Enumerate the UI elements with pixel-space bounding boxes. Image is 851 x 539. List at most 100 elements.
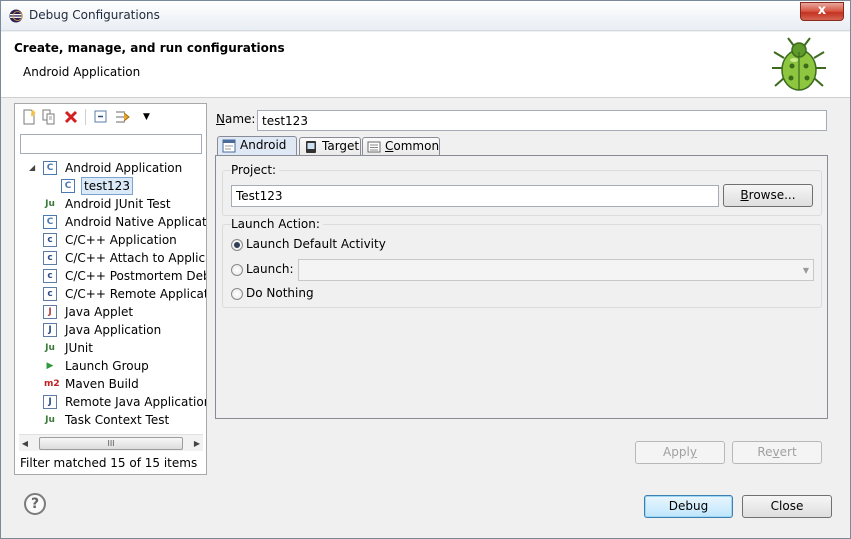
tree-item-label: Android Native Applicatio: [65, 215, 206, 229]
launch-default-activity-label: Launch Default Activity: [246, 237, 386, 251]
tree-item-android-native-applicatio[interactable]: C Android Native Applicatio: [43, 213, 206, 231]
launch-action-label: Launch Action:: [231, 217, 323, 231]
filter-status-text: Filter matched 15 of 15 items: [20, 456, 198, 470]
window-title: Debug Configurations: [29, 8, 160, 22]
tree-item-junit[interactable]: Ju JUnit: [43, 339, 206, 357]
project-input[interactable]: [231, 185, 719, 207]
android-app-icon: C: [43, 161, 57, 175]
filter-icon[interactable]: [115, 109, 131, 125]
delete-icon[interactable]: [63, 109, 79, 125]
apply-button[interactable]: Apply: [635, 441, 725, 464]
tree-item-label: Java Applet: [65, 305, 134, 319]
duplicate-icon[interactable]: [41, 109, 57, 125]
configuration-tree-panel: ▼ ◢ C Android Application Ctest123 Ju Android…: [14, 103, 207, 475]
tree-item-label: C/C++ Attach to Applicati: [65, 251, 206, 265]
tree-item-label: Maven Build: [65, 377, 139, 391]
java-applet-icon: J: [43, 305, 57, 319]
tab-content-panel: Project: Browse... Launch Action: Launch…: [215, 155, 828, 419]
do-nothing-label: Do Nothing: [246, 286, 314, 300]
scroll-right-icon[interactable]: ▶: [191, 437, 203, 450]
name-label: Name:: [216, 112, 256, 126]
scrollbar-thumb[interactable]: III: [39, 437, 183, 450]
task-context-icon: Ju: [45, 415, 55, 425]
tree-item-label: test123: [81, 177, 133, 195]
tab-android[interactable]: Android: [217, 136, 297, 156]
tree-horizontal-scrollbar[interactable]: ◀ III ▶: [19, 434, 203, 451]
new-configuration-icon[interactable]: [21, 109, 37, 125]
launch-action-group: Launch Action: Launch Default Activity L…: [222, 217, 822, 308]
tree-item-c-c-application[interactable]: c C/C++ Application: [43, 231, 206, 249]
tree-item-launch-group[interactable]: ▶ Launch Group: [43, 357, 206, 375]
cpp-icon: c: [43, 287, 57, 301]
cpp-icon: c: [43, 251, 57, 265]
junit-icon: Ju: [45, 343, 55, 353]
help-icon[interactable]: ?: [24, 493, 46, 515]
junit-icon: Ju: [45, 199, 55, 209]
tree-item-java-applet[interactable]: J Java Applet: [43, 303, 206, 321]
cpp-icon: c: [43, 269, 57, 283]
toolbar-divider: [85, 109, 86, 125]
tree-item-c-c-attach-to-applicati[interactable]: c C/C++ Attach to Applicati: [43, 249, 206, 267]
tree-item-label: C/C++ Postmortem Debu: [65, 269, 206, 283]
tab-common[interactable]: Common: [362, 137, 440, 156]
java-app-icon: J: [43, 323, 57, 337]
tree-item-label: Launch Group: [65, 359, 149, 373]
tree-item-java-application[interactable]: J Java Application: [43, 321, 206, 339]
tree-item-label: C/C++ Application: [65, 233, 177, 247]
debug-bug-icon: [772, 37, 826, 91]
project-group: Project: Browse...: [222, 163, 822, 216]
collapse-all-icon[interactable]: [93, 109, 109, 125]
tree-item-task-context-test[interactable]: Ju Task Context Test: [43, 411, 206, 429]
tree-item-label: Android JUnit Test: [65, 197, 171, 211]
launch-activity-combo[interactable]: ▼: [298, 259, 814, 281]
launch-activity-radio[interactable]: [231, 264, 243, 276]
revert-button[interactable]: Revert: [732, 441, 822, 464]
header-subtitle: Android Application: [23, 65, 141, 79]
close-button[interactable]: Close: [742, 495, 832, 518]
android-tab-icon: [222, 139, 236, 153]
header-banner: Create, manage, and run configurations A…: [1, 32, 850, 98]
close-window-button[interactable]: x: [800, 2, 844, 21]
tree-item-label: Java Application: [65, 323, 162, 337]
title-bar: Debug Configurations x: [1, 1, 850, 31]
tree-item-label: JUnit: [65, 341, 93, 355]
tab-target[interactable]: Target: [299, 137, 361, 156]
maven-icon: m2: [44, 379, 60, 389]
debug-button[interactable]: Debug: [644, 495, 733, 518]
browse-button[interactable]: Browse...: [723, 184, 813, 207]
configuration-name-input[interactable]: [257, 110, 827, 131]
tree-item-android-junit-test[interactable]: Ju Android JUnit Test: [43, 195, 206, 213]
target-icon: [306, 141, 316, 153]
tab-target-label: Target: [322, 139, 360, 153]
tree-item-c-c-remote-applicatio[interactable]: c C/C++ Remote Applicatio: [43, 285, 206, 303]
launch-activity-label: Launch:: [246, 262, 294, 276]
tree-item-label: C/C++ Remote Applicatio: [65, 287, 206, 301]
android-app-icon: C: [43, 215, 57, 229]
tab-common-label: Common: [385, 139, 440, 153]
project-group-label: Project:: [231, 163, 280, 177]
expand-toggle-icon[interactable]: ◢: [29, 159, 35, 177]
remote-java-icon: J: [43, 395, 57, 409]
tree-item-maven-build[interactable]: m2 Maven Build: [43, 375, 206, 393]
launch-group-icon: ▶: [46, 361, 54, 371]
scroll-left-icon[interactable]: ◀: [19, 437, 31, 450]
tree-item-test123[interactable]: Ctest123: [61, 177, 206, 195]
tab-android-label: Android: [240, 138, 287, 152]
left-toolbar: ▼: [19, 107, 199, 129]
tree-item-android-application[interactable]: ◢ C Android Application: [29, 159, 206, 177]
configuration-tree: ◢ C Android Application Ctest123 Ju Android J…: [15, 159, 206, 429]
launch-default-activity-radio[interactable]: [231, 239, 243, 251]
combo-chevron-down-icon: ▼: [802, 266, 809, 275]
tree-item-label: Remote Java Application: [65, 395, 206, 409]
header-title: Create, manage, and run configurations: [14, 41, 285, 55]
eclipse-icon: [9, 9, 23, 23]
tree-item-label: Android Application: [65, 161, 183, 175]
android-app-icon: C: [61, 179, 75, 193]
tree-item-c-c-postmortem-debu[interactable]: c C/C++ Postmortem Debu: [43, 267, 206, 285]
view-menu-chevron-down-icon[interactable]: ▼: [143, 109, 159, 125]
filter-input[interactable]: [20, 134, 202, 154]
cpp-icon: c: [43, 233, 57, 247]
tree-item-remote-java-application[interactable]: J Remote Java Application: [43, 393, 206, 411]
common-icon: [367, 141, 381, 153]
do-nothing-radio[interactable]: [231, 288, 243, 300]
